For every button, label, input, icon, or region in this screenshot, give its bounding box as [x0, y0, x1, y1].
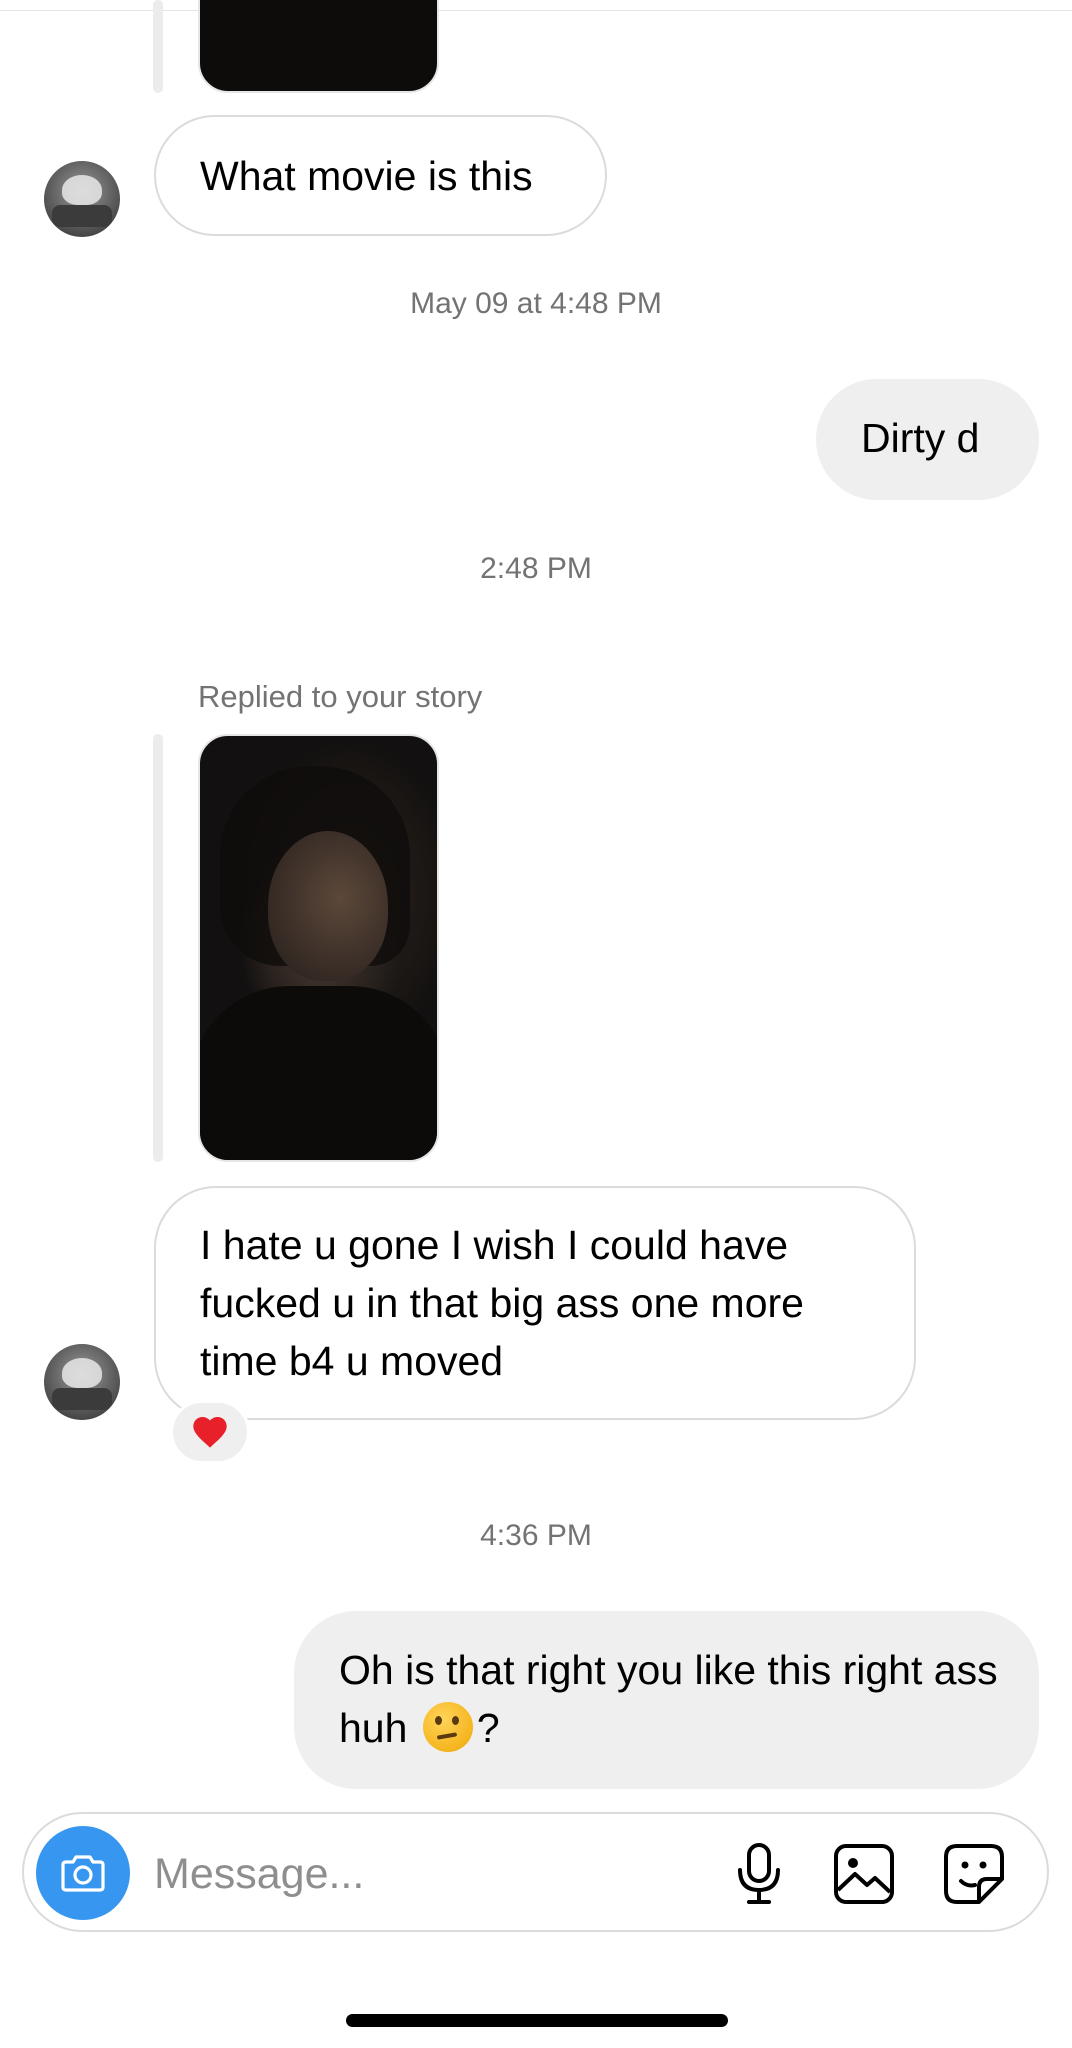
microphone-button[interactable] [727, 1842, 791, 1906]
message-timestamp: 4:36 PM [480, 1519, 592, 1552]
message-text-suffix: ? [476, 1705, 500, 1751]
avatar-figure [62, 1358, 102, 1388]
camera-button[interactable] [36, 1826, 130, 1920]
story-reply-label: Replied to your story [198, 679, 483, 714]
message-text: Dirty d [861, 415, 980, 461]
avatar-figure [62, 175, 102, 205]
story-image-face [268, 831, 388, 981]
avatar-base [52, 1388, 112, 1410]
story-thumbnail[interactable] [198, 0, 439, 93]
reply-indicator-line [153, 0, 163, 93]
message-input[interactable] [154, 1844, 624, 1904]
camera-icon [61, 1855, 105, 1892]
sticker-button[interactable] [942, 1842, 1006, 1906]
sender-avatar[interactable] [44, 161, 120, 237]
microphone-icon [738, 1843, 780, 1904]
message-composer [22, 1812, 1049, 1932]
avatar-base [52, 205, 112, 227]
reply-indicator-line [153, 734, 163, 1162]
message-timestamp: 2:48 PM [480, 552, 592, 585]
sender-avatar[interactable] [44, 1344, 120, 1420]
heart-icon [193, 1417, 227, 1448]
message-bubble-incoming[interactable]: What movie is this [154, 115, 607, 236]
gallery-icon [834, 1844, 894, 1904]
message-timestamp: May 09 at 4:48 PM [410, 287, 662, 320]
chat-screen: What movie is this May 09 at 4:48 PM Dir… [0, 0, 1072, 2048]
message-text: What movie is this [200, 153, 533, 199]
gallery-button[interactable] [832, 1842, 896, 1906]
home-indicator[interactable] [346, 2014, 728, 2027]
message-bubble-outgoing[interactable]: Oh is that right you like this right ass… [294, 1611, 1039, 1789]
thinking-face-emoji [422, 1702, 473, 1752]
sticker-icon [944, 1844, 1004, 1904]
message-reaction[interactable] [170, 1400, 250, 1464]
message-text: I hate u gone I wish I could have fucked… [200, 1222, 804, 1384]
story-image-body [200, 986, 437, 1160]
story-thumbnail[interactable] [198, 734, 439, 1162]
message-bubble-incoming[interactable]: I hate u gone I wish I could have fucked… [154, 1186, 916, 1420]
message-bubble-outgoing[interactable]: Dirty d [816, 379, 1039, 500]
